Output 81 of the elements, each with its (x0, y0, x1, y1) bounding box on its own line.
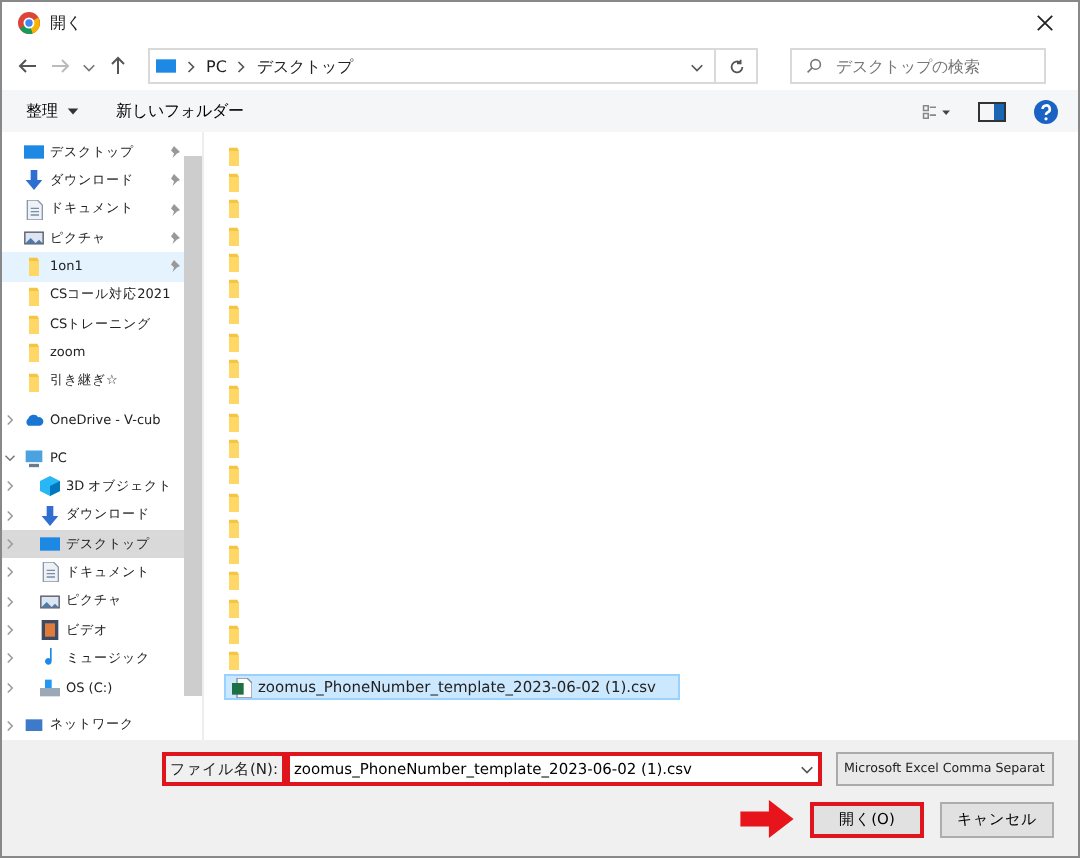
chevron-right-icon[interactable] (4, 652, 16, 665)
picture-icon (40, 591, 60, 612)
folder-icon (224, 225, 244, 246)
forward-arrow-icon[interactable] (50, 56, 70, 76)
chevron-right-icon[interactable] (4, 719, 16, 732)
folder-icon (224, 437, 244, 458)
spreadsheet-icon (232, 677, 252, 698)
chevron-right-icon[interactable] (4, 681, 16, 694)
chevron-right-icon[interactable] (4, 509, 16, 522)
folder-icon (224, 198, 244, 219)
folder-icon (24, 371, 44, 392)
pin-icon (168, 260, 180, 273)
picture-icon (24, 228, 44, 249)
folder-icon (224, 623, 244, 644)
folder-icon (224, 384, 244, 405)
folder-icon (224, 251, 244, 272)
folder-icon (224, 650, 244, 671)
close-icon[interactable] (1036, 13, 1054, 31)
folder-icon (224, 570, 244, 591)
chevron-right-icon[interactable] (4, 595, 16, 608)
down-arrow-icon (24, 170, 44, 191)
up-arrow-icon[interactable] (108, 56, 128, 76)
organize-button[interactable]: 整理 (22, 96, 84, 126)
folder-icon (24, 285, 44, 306)
pin-icon (168, 203, 180, 216)
chevron-right-icon (236, 59, 247, 73)
pin-icon (168, 232, 180, 245)
chevron-right-icon[interactable] (4, 413, 16, 426)
chevron-right-icon (186, 59, 196, 73)
drive-icon (40, 677, 60, 698)
cloud-icon (24, 409, 44, 430)
computer-icon (24, 448, 44, 469)
scrollbar[interactable] (184, 156, 202, 696)
folder-icon (224, 171, 244, 192)
breadcrumb[interactable]: デスクトップ (256, 55, 353, 77)
folder-icon (224, 411, 244, 432)
folder-icon (224, 145, 244, 166)
browser-logo-icon (18, 11, 40, 33)
film-icon (40, 620, 60, 641)
monitor-icon (24, 142, 44, 163)
folder-icon (224, 464, 244, 485)
chevron-right-icon[interactable] (4, 566, 16, 579)
search-field[interactable]: デスクトップの検索 (790, 48, 1046, 84)
document-icon (24, 199, 44, 220)
network-icon (24, 715, 44, 736)
caret-down-icon (66, 104, 80, 118)
address-bar[interactable]: PC デスクトップ (148, 48, 758, 84)
chevron-right-icon[interactable] (4, 624, 16, 637)
refresh-icon (727, 57, 745, 75)
search-icon (806, 58, 822, 74)
window-title: 開く (50, 11, 84, 33)
folder-icon (24, 256, 44, 277)
folder-icon (224, 517, 244, 538)
monitor-icon (40, 534, 60, 555)
breadcrumb[interactable]: PC (206, 57, 227, 75)
folder-icon (224, 597, 244, 618)
document-icon (40, 562, 60, 583)
folder-icon (24, 342, 44, 363)
folder-icon (224, 491, 244, 511)
monitor-icon (156, 56, 176, 76)
new-folder-button[interactable]: 新しいフォルダー (112, 96, 248, 126)
view-options-icon[interactable] (922, 101, 950, 121)
folder-icon (224, 304, 244, 325)
chevron-down-icon[interactable] (800, 762, 814, 776)
chevron-right-icon[interactable] (4, 480, 16, 493)
folder-icon (224, 278, 244, 299)
folder-icon (224, 544, 244, 565)
folder-icon (224, 331, 244, 352)
chevron-down-icon[interactable] (690, 59, 704, 73)
cube-icon (40, 476, 60, 497)
help-icon[interactable] (1034, 99, 1058, 123)
chevron-down-icon[interactable] (82, 59, 96, 73)
folder-icon (24, 314, 44, 335)
down-arrow-icon (40, 505, 60, 526)
back-arrow-icon[interactable] (18, 56, 38, 76)
chevron-down-icon[interactable] (4, 452, 16, 465)
chevron-right-icon[interactable] (4, 538, 16, 551)
folder-icon (224, 358, 244, 379)
preview-pane-icon[interactable] (978, 101, 1006, 121)
pin-icon (168, 174, 180, 187)
pin-icon (168, 146, 180, 159)
